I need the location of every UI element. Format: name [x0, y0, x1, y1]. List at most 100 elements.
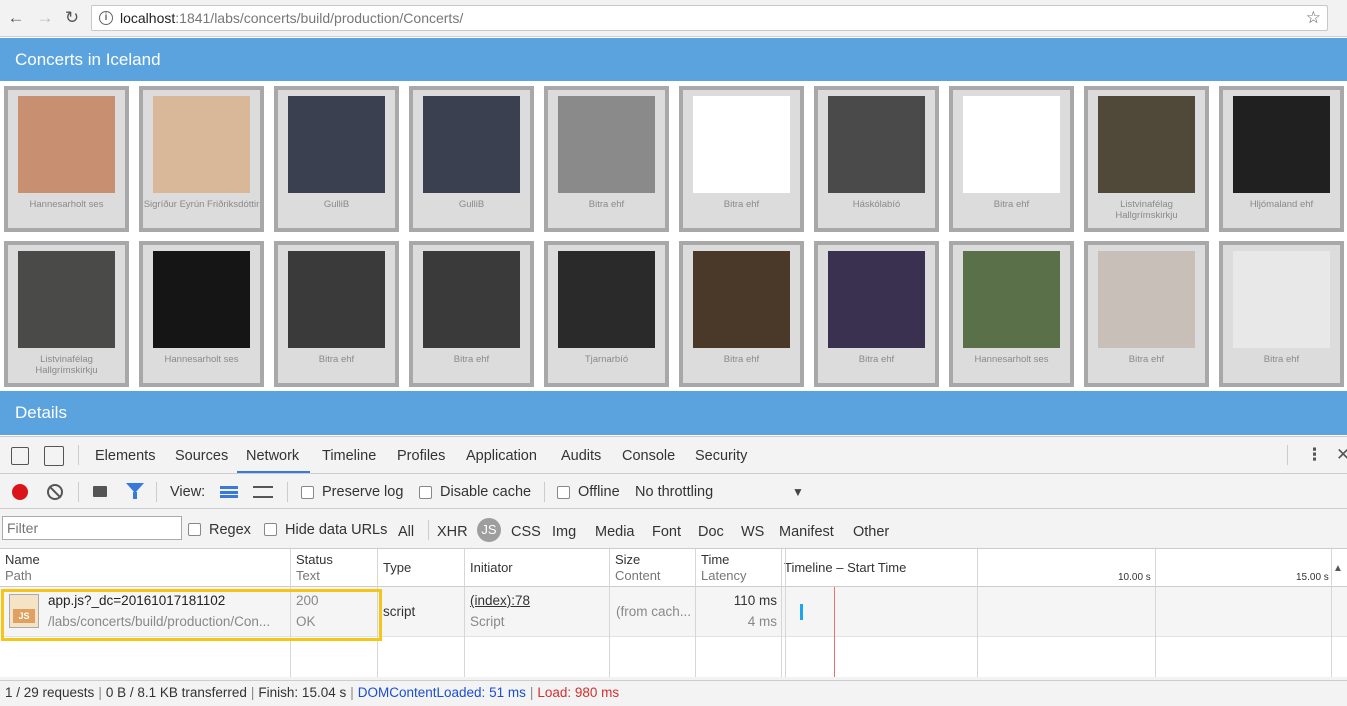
concert-image: [693, 96, 790, 193]
concert-card[interactable]: Bitra ehf: [1219, 241, 1344, 387]
timeline-gridline: [977, 549, 978, 677]
filter-type-media[interactable]: Media: [595, 524, 635, 540]
concert-card[interactable]: Sigríður Eyrún Friðriksdóttir: [139, 86, 264, 232]
waterfall-overview-icon[interactable]: [253, 486, 273, 498]
separator: [78, 482, 79, 502]
filter-type-xhr[interactable]: XHR: [437, 524, 468, 540]
concert-card[interactable]: Tjarnarbíó: [544, 241, 669, 387]
devtools-panel: Elements Sources Network Timeline Profil…: [0, 436, 1347, 706]
concert-card[interactable]: Bitra ehf: [274, 241, 399, 387]
concert-image: [693, 251, 790, 348]
record-icon[interactable]: [12, 484, 28, 500]
device-mode-icon[interactable]: [44, 446, 64, 466]
request-initiator-link[interactable]: (index):78: [470, 591, 530, 611]
filter-type-all[interactable]: All: [398, 524, 414, 540]
filter-type-ws[interactable]: WS: [741, 524, 764, 540]
col-name[interactable]: Name Path: [5, 552, 40, 584]
filter-type-js[interactable]: JS: [477, 518, 501, 542]
tab-console[interactable]: Console: [622, 448, 675, 464]
preserve-log-checkbox[interactable]: [301, 486, 314, 499]
sort-up-icon[interactable]: ▲: [1333, 563, 1343, 574]
concert-card[interactable]: Bitra ehf: [409, 241, 534, 387]
details-title: Details: [15, 403, 67, 422]
transferred-size: 0 B / 8.1 KB transferred: [105, 685, 247, 700]
address-bar[interactable]: i localhost:1841/labs/concerts/build/pro…: [91, 5, 1328, 31]
col-status[interactable]: Status Text: [296, 552, 333, 584]
tab-sources[interactable]: Sources: [175, 448, 228, 464]
concert-card[interactable]: Bitra ehf: [679, 86, 804, 232]
column-divider: [781, 549, 782, 677]
col-initiator[interactable]: Initiator: [470, 560, 513, 576]
bookmark-star-icon[interactable]: ☆: [1306, 8, 1321, 28]
concert-card[interactable]: Listvinafélag Hallgrímskirkju: [4, 241, 129, 387]
col-timeline[interactable]: Timeline – Start Time: [784, 560, 906, 576]
concert-card[interactable]: Hljómaland ehf: [1219, 86, 1344, 232]
concert-card[interactable]: Háskólabíó: [814, 86, 939, 232]
devtools-tabbar: Elements Sources Network Timeline Profil…: [0, 437, 1347, 474]
details-header: Details: [0, 391, 1347, 435]
hide-data-urls-checkbox[interactable]: [264, 523, 277, 536]
concert-image: [288, 251, 385, 348]
forward-arrow-icon[interactable]: →: [35, 8, 55, 28]
concert-card[interactable]: Listvinafélag Hallgrímskirkju: [1084, 86, 1209, 232]
column-divider: [785, 549, 786, 677]
col-time[interactable]: Time Latency: [701, 552, 747, 584]
chevron-down-icon[interactable]: ▼: [792, 485, 804, 499]
filter-type-manifest[interactable]: Manifest: [779, 524, 834, 540]
offline-label: Offline: [578, 484, 620, 500]
request-latency: 4 ms: [747, 614, 777, 629]
hide-data-urls-label: Hide data URLs: [285, 522, 388, 538]
close-icon[interactable]: ✕: [1336, 445, 1347, 465]
concert-card[interactable]: Bitra ehf: [949, 86, 1074, 232]
network-toolbar: View: Preserve log Disable cache Offline…: [0, 475, 1347, 509]
disable-cache-checkbox[interactable]: [419, 486, 432, 499]
concert-card[interactable]: Hannesarholt ses: [4, 86, 129, 232]
table-header: Name Path Status Text Type Initiator Size C…: [0, 549, 1347, 587]
screenshot-camera-icon[interactable]: [93, 486, 107, 497]
concert-card[interactable]: Bitra ehf: [1084, 241, 1209, 387]
filter-type-doc[interactable]: Doc: [698, 524, 724, 540]
request-time: 110 ms: [733, 593, 777, 608]
concert-caption: Hannesarholt ses: [164, 354, 239, 365]
concert-card[interactable]: Bitra ehf: [544, 86, 669, 232]
filter-type-css[interactable]: CSS: [511, 524, 541, 540]
concert-card[interactable]: GulliB: [274, 86, 399, 232]
concert-card[interactable]: Hannesarholt ses: [139, 241, 264, 387]
col-type[interactable]: Type: [383, 560, 411, 576]
timeline-gridline: [1155, 549, 1156, 677]
concert-image: [1233, 251, 1330, 348]
tab-audits[interactable]: Audits: [561, 448, 601, 464]
concert-image: [828, 251, 925, 348]
info-icon[interactable]: i: [99, 11, 113, 25]
filter-type-img[interactable]: Img: [552, 524, 576, 540]
col-size[interactable]: Size Content: [615, 552, 661, 584]
url-text: localhost:1841/labs/concerts/build/produ…: [120, 10, 464, 26]
back-arrow-icon[interactable]: ←: [6, 8, 26, 28]
regex-checkbox[interactable]: [188, 523, 201, 536]
offline-checkbox[interactable]: [557, 486, 570, 499]
concert-card[interactable]: Bitra ehf: [814, 241, 939, 387]
concert-card[interactable]: Hannesarholt ses: [949, 241, 1074, 387]
large-rows-icon[interactable]: [220, 486, 238, 498]
concert-image: [558, 251, 655, 348]
reload-icon[interactable]: ↻: [62, 8, 82, 28]
concert-caption: Hljómaland ehf: [1249, 199, 1314, 210]
filter-type-other[interactable]: Other: [853, 524, 889, 540]
filter-type-font[interactable]: Font: [652, 524, 681, 540]
clear-icon[interactable]: [47, 484, 63, 500]
requests-table: Name Path Status Text Type Initiator Size C…: [0, 549, 1347, 677]
more-options-icon[interactable]: ⋮: [1306, 445, 1323, 465]
concert-image: [18, 96, 115, 193]
tab-security[interactable]: Security: [695, 448, 747, 464]
concert-caption: Bitra ehf: [318, 354, 355, 365]
tab-timeline[interactable]: Timeline: [322, 448, 376, 464]
tab-network[interactable]: Network: [246, 448, 299, 464]
inspect-element-icon[interactable]: [11, 447, 29, 465]
concert-card[interactable]: Bitra ehf: [679, 241, 804, 387]
tab-application[interactable]: Application: [466, 448, 537, 464]
filter-input[interactable]: [2, 516, 182, 540]
concert-card[interactable]: GulliB: [409, 86, 534, 232]
tab-profiles[interactable]: Profiles: [397, 448, 445, 464]
tab-elements[interactable]: Elements: [95, 448, 155, 464]
throttling-select[interactable]: No throttling: [635, 484, 713, 500]
